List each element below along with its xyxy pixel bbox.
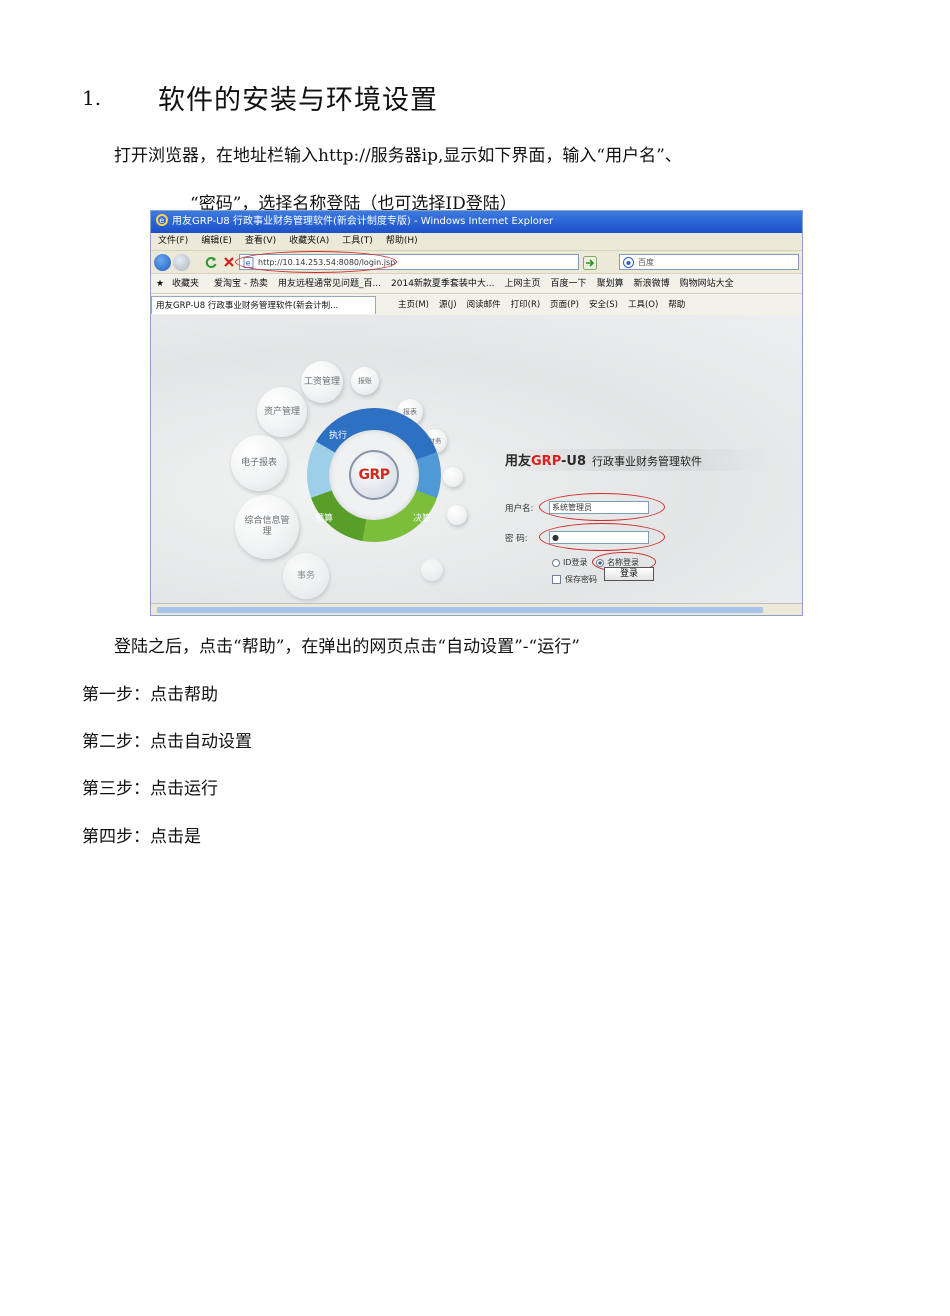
radio-id-login[interactable] (552, 559, 560, 567)
browser-menubar: 文件(F) 编辑(E) 查看(V) 收藏夹(A) 工具(T) 帮助(H) (151, 233, 802, 250)
search-placeholder: 百度 (638, 258, 654, 267)
module-bubble-assets[interactable]: 资产管理 (257, 387, 307, 437)
username-annotation-oval (539, 493, 665, 521)
brand-suffix: -U8 (561, 454, 586, 469)
menu-favorites[interactable]: 收藏夹(A) (289, 236, 329, 246)
fav-item-homepage[interactable]: 上网主页 (505, 279, 541, 289)
brand-grp: GRP (531, 454, 561, 469)
cmd-help[interactable]: 帮助 (668, 300, 685, 310)
module-bubble-reimburse[interactable]: 报账 (351, 367, 379, 395)
menu-help[interactable]: 帮助(H) (386, 236, 418, 246)
grp-logo: GRP (349, 450, 399, 500)
ie-logo-icon: e (156, 214, 168, 226)
fav-item-aitaobao[interactable]: 爱淘宝 - 热卖 (214, 279, 268, 289)
intro-line-1: 打开浏览器，在地址栏输入http://服务器ip,显示如下界面，输入“用户名”、 (114, 146, 682, 166)
save-password-checkbox[interactable] (552, 575, 561, 584)
tab-bar: 用友GRP-U8 行政事业财务管理软件(新会计制... 主页(M) 源(J) 阅读邮… (151, 293, 802, 317)
cmd-tools[interactable]: 工具(O) (628, 300, 658, 310)
address-annotation-oval (235, 251, 397, 273)
module-bubble-small-3[interactable] (421, 559, 443, 581)
stop-icon[interactable] (223, 256, 235, 268)
wheel-label-final: 决算 (413, 514, 432, 524)
step-1: 第一步：点击帮助 (82, 685, 218, 705)
cmd-print[interactable]: 打印(R) (511, 300, 541, 310)
cmd-feeds[interactable]: 源(J) (439, 300, 457, 310)
password-label: 密 码: (505, 534, 528, 544)
menu-view[interactable]: 查看(V) (245, 236, 276, 246)
browser-tab[interactable]: 用友GRP-U8 行政事业财务管理软件(新会计制... (151, 296, 376, 314)
favorites-bar: ★ 收藏夹 爱淘宝 - 热卖 用友远程通常见问题_百... 2014新款夏季套装中大.… (151, 273, 802, 294)
fav-item-baidu[interactable]: 百度一下 (551, 279, 587, 289)
cmd-home[interactable]: 主页(M) (398, 300, 429, 310)
module-bubble-affairs[interactable]: 事务 (283, 553, 329, 599)
svg-text:e: e (159, 216, 164, 225)
baidu-icon (623, 257, 634, 268)
fav-item-2014[interactable]: 2014新款夏季套装中大... (391, 279, 495, 289)
go-icon[interactable] (583, 256, 597, 270)
brand-subtitle: 行政事业财务管理软件 (592, 455, 702, 468)
section-number: 1. (82, 86, 102, 110)
username-label: 用户名: (505, 504, 534, 514)
after-login-instruction: 登陆之后，点击“帮助”，在弹出的网页点击“自动设置”-“运行” (114, 637, 580, 657)
refresh-icon[interactable] (205, 256, 218, 269)
wheel-label-budget: 预算 (315, 514, 334, 524)
menu-file[interactable]: 文件(F) (158, 236, 188, 246)
menu-tools[interactable]: 工具(T) (342, 236, 373, 246)
module-bubble-info[interactable]: 综合信息管理 (235, 495, 299, 559)
horizontal-scrollbar[interactable] (157, 607, 763, 613)
step-3: 第三步：点击运行 (82, 779, 218, 799)
radio-id-label: ID登录 (563, 558, 588, 567)
favorites-button[interactable]: ★ 收藏夹 (156, 279, 204, 289)
product-brand: 用友GRP-U8 行政事业财务管理软件 (505, 450, 702, 469)
module-bubble-small-1[interactable] (443, 467, 463, 487)
fav-item-shopping[interactable]: 购物网站大全 (680, 279, 734, 289)
menu-edit[interactable]: 编辑(E) (201, 236, 232, 246)
wheel-label-execute: 执行 (329, 431, 348, 441)
login-page: 工资管理 报账 资产管理 报表 电子报表 综合信息管理 财务 事务 执行 预算 … (151, 315, 802, 603)
module-bubble-e-report[interactable]: 电子报表 (231, 435, 287, 491)
cmd-safety[interactable]: 安全(S) (589, 300, 618, 310)
browser-titlebar: e 用友GRP-U8 行政事业财务管理软件(新会计制度专版) - Windows … (151, 211, 802, 233)
module-bubble-small-2[interactable] (447, 505, 467, 525)
browser-screenshot: e 用友GRP-U8 行政事业财务管理软件(新会计制度专版) - Windows … (150, 210, 803, 616)
status-bar (151, 603, 802, 615)
fav-item-weibo[interactable]: 新浪微博 (634, 279, 670, 289)
search-input[interactable]: 百度 (619, 254, 799, 270)
cmd-mail[interactable]: 阅读邮件 (467, 300, 501, 310)
step-4: 第四步：点击是 (82, 827, 201, 847)
forward-button[interactable] (173, 254, 190, 271)
brand-prefix: 用友 (505, 454, 532, 469)
module-bubble-salary[interactable]: 工资管理 (301, 361, 343, 403)
back-button[interactable] (154, 254, 171, 271)
browser-address-bar: e http://10.14.253.54:8080/login.jsp 百度 (151, 250, 802, 274)
login-button[interactable]: 登录 (604, 567, 654, 581)
command-bar: 主页(M) 源(J) 阅读邮件 打印(R) 页面(P) 安全(S) 工具(O) 帮助 (393, 294, 690, 316)
save-password-label: 保存密码 (565, 575, 597, 584)
step-2: 第二步：点击自动设置 (82, 732, 252, 752)
fav-item-yonyou[interactable]: 用友远程通常见问题_百... (278, 279, 381, 289)
cmd-page[interactable]: 页面(P) (550, 300, 579, 310)
password-annotation-oval (539, 523, 665, 551)
browser-window-title: 用友GRP-U8 行政事业财务管理软件(新会计制度专版) - Windows I… (172, 216, 554, 227)
section-title: 软件的安装与环境设置 (158, 85, 438, 116)
fav-item-juhuasuan[interactable]: 聚划算 (597, 279, 624, 289)
